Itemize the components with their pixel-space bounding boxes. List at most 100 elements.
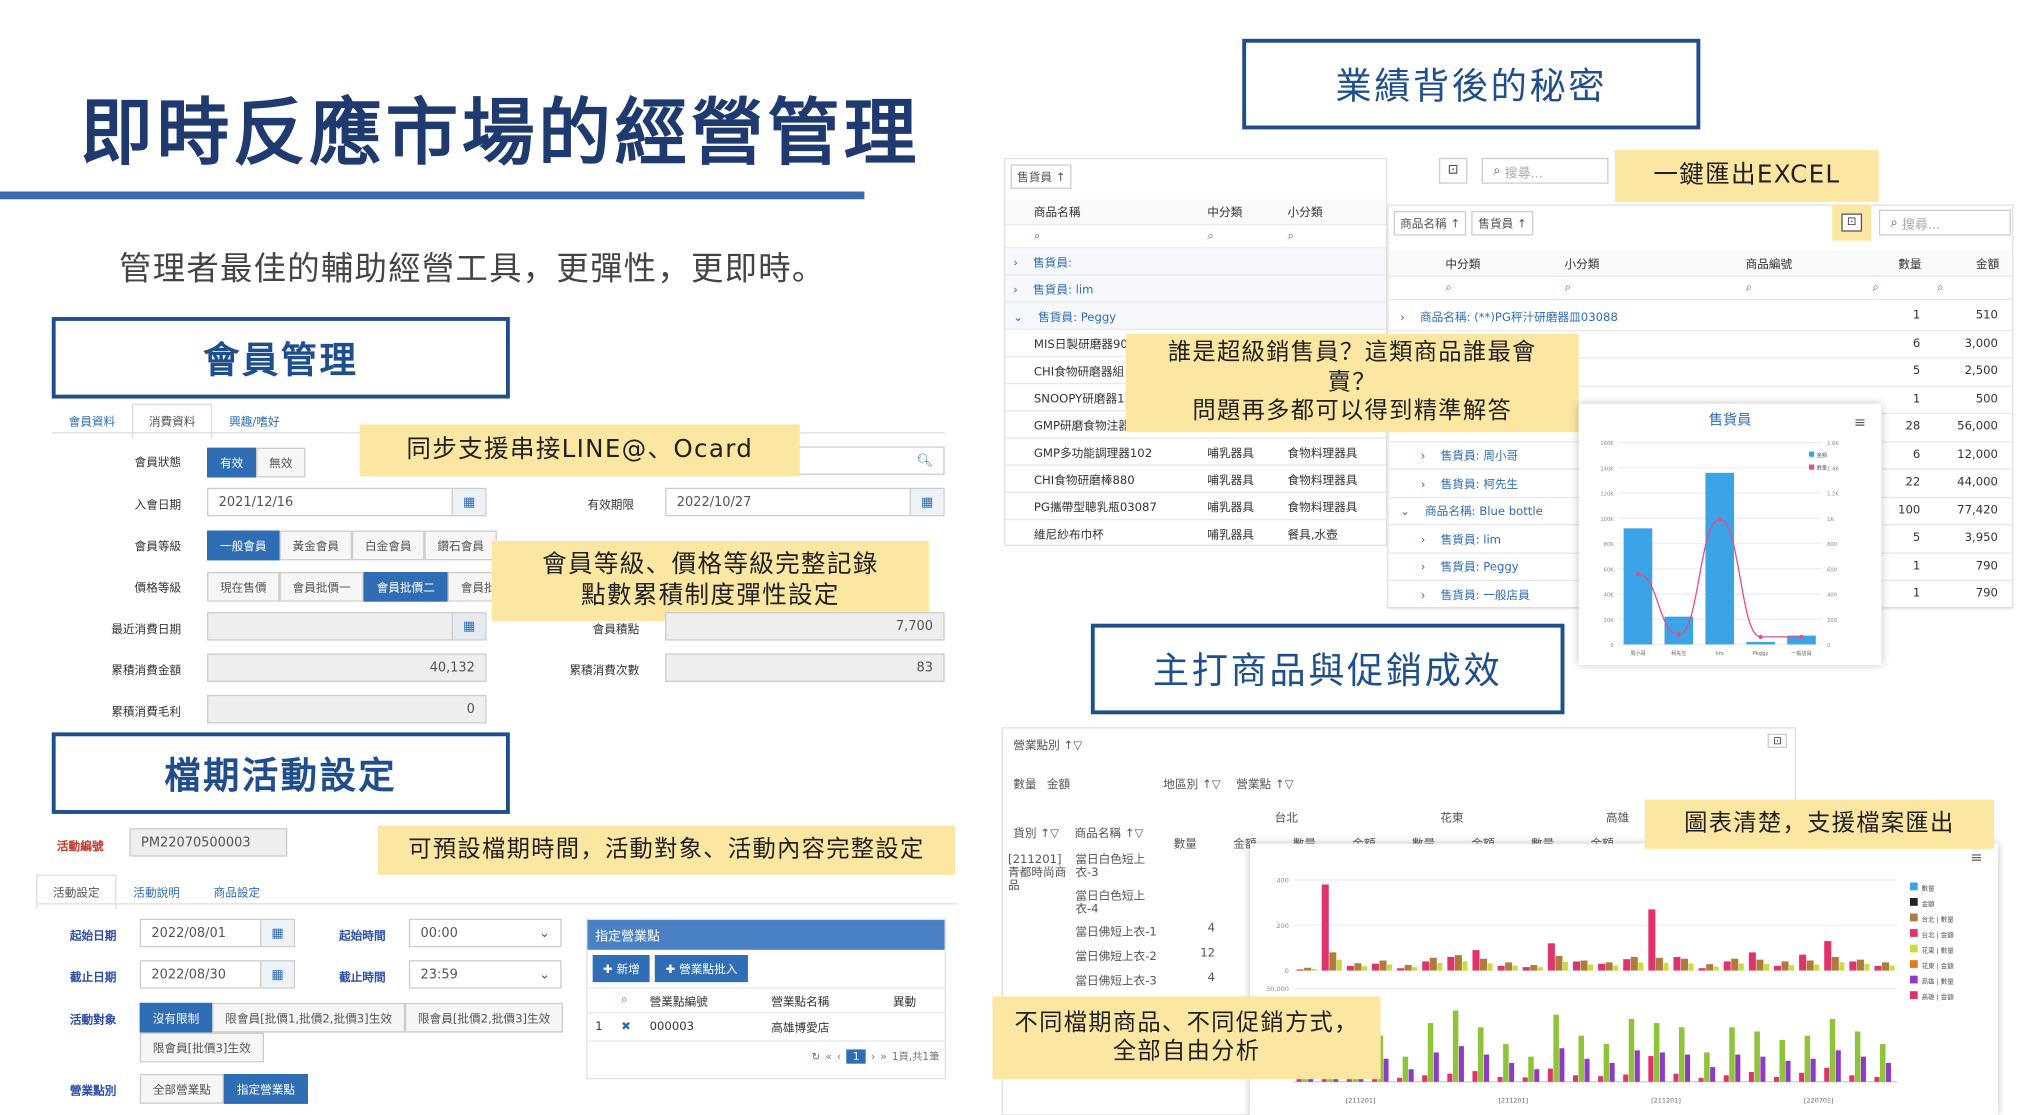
level-platinum[interactable]: 白金會員: [352, 530, 425, 561]
legend-swatch: [1909, 960, 1918, 968]
bar: [1706, 964, 1714, 971]
bar: [1889, 965, 1895, 971]
export-icon[interactable]: ⊡: [1767, 733, 1788, 748]
batch-add-button[interactable]: ✚ 營業點批入: [655, 954, 748, 983]
y-tick-label: 120K: [1600, 492, 1614, 498]
filter-chip[interactable]: 商品名稱 ↑▽: [1074, 824, 1143, 841]
bar: [1427, 1023, 1434, 1082]
y-tick-label: 80K: [1604, 542, 1615, 548]
end-date-input[interactable]: 2022/08/30 ▦: [139, 960, 296, 989]
bar: [1346, 965, 1354, 971]
next-page-icon[interactable]: ›: [871, 1051, 875, 1063]
table-row[interactable]: GMP多功能調理器102 哺乳器具 食物料理器具: [1005, 439, 1386, 466]
first-page-icon[interactable]: «: [826, 1051, 832, 1063]
level-gold[interactable]: 黃金會員: [279, 530, 353, 561]
last-page-icon[interactable]: »: [880, 1051, 886, 1063]
price-member-3[interactable]: 會員批: [447, 571, 492, 602]
filter-chip[interactable]: 營業點 ↑▽: [1236, 775, 1293, 792]
search-icon[interactable]: ⌕: [1005, 230, 1199, 243]
search-input[interactable]: ⌕ 搜尋...: [1878, 209, 2011, 236]
bar: [1829, 1018, 1836, 1082]
search-icon[interactable]: ⌕: [1200, 230, 1280, 243]
bar: [1437, 962, 1443, 971]
table-row[interactable]: CHI食物研磨棒880 哺乳器具 食物料理器具: [1005, 466, 1386, 494]
table-row[interactable]: 維尼紗布巾杯 哺乳器具 餐具,水壺: [1005, 520, 1385, 545]
calendar-icon[interactable]: ▦: [909, 489, 944, 516]
x-tick-label: 柯先生: [1671, 649, 1686, 657]
expire-date-input[interactable]: 2022/10/27 ▦: [665, 487, 945, 517]
level-diamond[interactable]: 鑽石會員: [424, 530, 497, 561]
level-normal[interactable]: 一般會員: [207, 530, 280, 561]
target-label: 活動對象: [69, 1014, 117, 1028]
table-row[interactable]: PG攜帶型聰乳瓶03087 哺乳器具 食物料理器具: [1005, 493, 1386, 521]
bar: [1472, 950, 1480, 971]
search-icon[interactable]: ⌕: [613, 994, 641, 1007]
section-member: 會員管理: [51, 317, 510, 399]
refresh-icon[interactable]: ↻: [812, 1051, 821, 1063]
bar: [1849, 961, 1857, 971]
calendar-icon[interactable]: ▦: [260, 961, 294, 988]
target-tier-3[interactable]: 限會員[批價3]生效: [139, 1032, 264, 1063]
y-tick-label: 40K: [1604, 593, 1615, 599]
bar: [1659, 1052, 1665, 1082]
filter-chip[interactable]: 金額: [1047, 775, 1070, 792]
filter-chip[interactable]: 地區別 ↑▽: [1163, 775, 1220, 792]
start-date-input[interactable]: 2022/08/01 ▦: [139, 918, 296, 948]
export-icon[interactable]: ⊡: [1438, 157, 1468, 184]
group-row[interactable]: › 售貨員: lim: [1005, 275, 1386, 303]
filter-chip[interactable]: 售貨員 ↑: [1010, 164, 1072, 189]
calendar-icon[interactable]: ▦: [451, 613, 486, 640]
table-row[interactable]: 1 ✖ 000003 高雄博愛店: [587, 1013, 945, 1042]
y2-tick-label: 0: [1827, 643, 1830, 649]
delete-icon[interactable]: ✖: [613, 1020, 641, 1033]
store-all[interactable]: 全部營業點: [139, 1074, 224, 1104]
export-icon[interactable]: ⊡: [1841, 213, 1862, 232]
legend-label: 花東 | 金額: [1922, 961, 1955, 970]
bar: [1723, 1075, 1729, 1082]
bar: [1534, 1069, 1540, 1082]
status-inactive[interactable]: 無效: [256, 447, 306, 478]
join-date-input[interactable]: 2021/12/16 ▦: [207, 487, 487, 517]
bar: [1354, 963, 1362, 971]
bar: [1412, 967, 1418, 971]
bar: [1773, 1077, 1779, 1082]
bar: [1735, 1054, 1741, 1082]
callout-campaign: 可預設檔期時間，活動對象、活動內容完整設定: [377, 825, 955, 875]
prev-page-icon[interactable]: ‹: [837, 1051, 841, 1063]
status-active[interactable]: 有效: [207, 447, 257, 478]
price-member-2[interactable]: 會員批價二: [363, 571, 448, 602]
search-input[interactable]: ⌕ 搜尋...: [1481, 157, 1609, 184]
bar: [1835, 1050, 1841, 1082]
target-tier-23[interactable]: 限會員[批價2,批價3]生效: [404, 1002, 564, 1033]
search-icon[interactable]: 🔍︎: [917, 454, 933, 468]
end-time-select[interactable]: 23:59 ⌄: [408, 960, 562, 989]
points-label: 會員積點: [592, 623, 640, 637]
bar: [1785, 1060, 1791, 1082]
start-time-select[interactable]: 00:00 ⌄: [408, 918, 562, 948]
group-row[interactable]: ⌄ 售貨員: Peggy: [1005, 302, 1386, 330]
table-row[interactable]: › 商品名稱: (**)PG秤汁研磨器皿03088 1 510: [1387, 303, 2014, 331]
filter-chip[interactable]: 售貨員 ↑: [1471, 210, 1534, 236]
filter-chip[interactable]: 數量: [1013, 775, 1036, 792]
filter-chip[interactable]: 貨別 ↑▽: [1013, 824, 1059, 841]
price-current[interactable]: 現在售價: [207, 571, 280, 602]
target-no-limit[interactable]: 沒有限制: [139, 1002, 213, 1033]
bar: [1854, 1031, 1861, 1082]
filter-chip[interactable]: 商品名稱 ↑: [1393, 210, 1467, 236]
bar: [1311, 968, 1317, 971]
target-tier-123[interactable]: 限會員[批價1,批價2,批價3]生效: [212, 1002, 405, 1033]
bar: [1429, 957, 1437, 971]
bar: [1547, 943, 1555, 971]
calendar-icon[interactable]: ▦: [260, 920, 294, 946]
filter-chip[interactable]: 營業點別 ↑▽: [1003, 729, 1795, 761]
store-specified[interactable]: 指定營業點: [223, 1074, 309, 1104]
page-number[interactable]: 1: [846, 1049, 866, 1064]
last-date-input[interactable]: ▦: [207, 612, 487, 641]
group-row[interactable]: › 售貨員:: [1005, 248, 1386, 276]
search-icon[interactable]: ⌕: [1280, 230, 1302, 243]
calendar-icon[interactable]: ▦: [451, 489, 486, 516]
price-member-1[interactable]: 會員批價一: [279, 571, 364, 602]
legend-label: 台北 | 金額: [1922, 930, 1955, 939]
add-button[interactable]: ✚ 新增: [592, 954, 651, 983]
bar: [1605, 962, 1613, 971]
